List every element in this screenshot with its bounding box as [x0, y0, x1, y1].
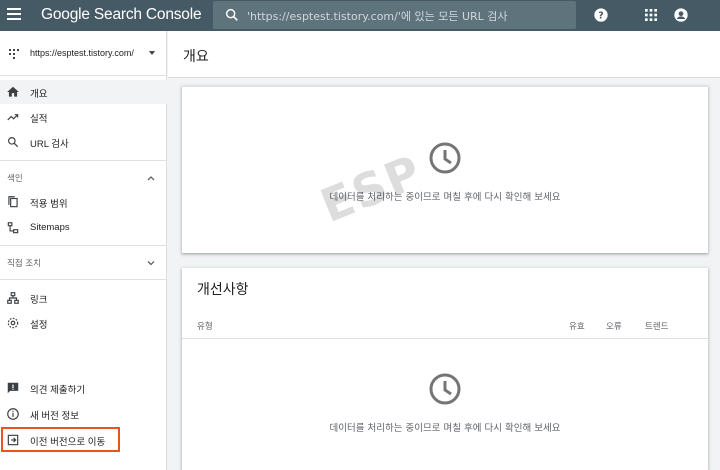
- page-title: 개요: [183, 49, 209, 65]
- divider: [0, 75, 167, 76]
- column-header-type[interactable]: 유형: [197, 320, 213, 332]
- menu-icon[interactable]: [7, 8, 21, 22]
- empty-state-message: 데이터를 처리하는 중이므로 며칠 후에 다시 확인해 보세요: [329, 423, 561, 434]
- chevron-down-icon: [149, 51, 155, 55]
- performance-card: 데이터를 처리하는 중이므로 며칠 후에 다시 확인해 보세요: [182, 86, 708, 253]
- sidebar-item-url-inspection[interactable]: URL 검사: [0, 130, 167, 154]
- sidebar-item-whats-new[interactable]: 새 버전 정보: [0, 402, 167, 426]
- divider: [0, 279, 167, 280]
- sidebar-item-label: 의견 제출하기: [30, 385, 86, 396]
- section-label: 색인: [7, 174, 23, 184]
- sidebar-item-feedback[interactable]: 의견 제출하기: [0, 376, 167, 400]
- copy-icon: [8, 196, 18, 208]
- column-header-trend[interactable]: 트렌드: [645, 320, 668, 332]
- sidebar-item-coverage[interactable]: 적용 범위: [0, 190, 167, 214]
- divider: [182, 338, 708, 339]
- exit-icon: [7, 434, 19, 446]
- property-selector[interactable]: https://esptest.tistory.com/: [0, 42, 167, 66]
- sidebar-item-label: URL 검사: [30, 139, 69, 150]
- enhancements-card: 개선사항 유형 유효 오류 트렌드 데이터를 처리하는 중이므로 며칠 후에 다…: [182, 268, 708, 470]
- sidebar-item-overview[interactable]: 개요: [0, 80, 167, 104]
- property-url: https://esptest.tistory.com/: [30, 48, 134, 58]
- account-icon[interactable]: [673, 7, 689, 23]
- empty-state-message: 데이터를 처리하는 중이므로 며칠 후에 다시 확인해 보세요: [329, 192, 561, 203]
- sidebar: https://esptest.tistory.com/ 개요 실적 URL 검…: [0, 31, 167, 470]
- web-property-icon: [9, 49, 19, 59]
- sitemap-icon: [7, 222, 19, 234]
- sidebar-item-label: 실적: [30, 114, 48, 125]
- section-header-manual-actions[interactable]: 직접 조치: [0, 254, 167, 272]
- sidebar-item-performance[interactable]: 실적: [0, 105, 167, 129]
- sidebar-item-label: 적용 범위: [30, 199, 68, 210]
- sidebar-item-label: Sitemaps: [30, 222, 70, 233]
- section-label: 직접 조치: [7, 259, 41, 269]
- search-icon: [225, 8, 238, 21]
- card-title: 개선사항: [197, 282, 249, 298]
- sidebar-item-label: 새 버전 정보: [30, 411, 79, 422]
- clock-icon: [429, 373, 461, 405]
- top-app-bar: Google Search Console 'https://esptest.t…: [0, 0, 720, 31]
- sidebar-item-sitemaps[interactable]: Sitemaps: [0, 216, 167, 240]
- clock-icon: [429, 142, 461, 174]
- trending-up-icon: [7, 114, 19, 121]
- svg-text:?: ?: [598, 10, 603, 21]
- app-logo[interactable]: Google Search Console: [41, 6, 202, 24]
- section-header-index[interactable]: 색인: [0, 169, 167, 187]
- sidebar-item-go-to-old-version[interactable]: 이전 버전으로 이동: [0, 428, 167, 452]
- gear-icon: [7, 317, 19, 329]
- main-header: 개요: [168, 31, 720, 78]
- chevron-up-icon: [147, 176, 155, 181]
- links-icon: [7, 292, 19, 304]
- url-inspect-search-bar[interactable]: 'https://esptest.tistory.com/'에 있는 모든 UR…: [213, 1, 576, 29]
- help-icon[interactable]: ?: [593, 7, 609, 23]
- sidebar-item-label: 개요: [30, 89, 48, 100]
- divider: [0, 245, 167, 246]
- sidebar-item-label: 이전 버전으로 이동: [30, 437, 106, 448]
- sidebar-item-label: 설정: [30, 320, 48, 331]
- feedback-icon: [7, 382, 19, 394]
- apps-icon[interactable]: [643, 7, 659, 23]
- divider: [0, 160, 167, 161]
- column-header-errors[interactable]: 오류: [606, 320, 622, 332]
- chevron-down-icon: [147, 261, 155, 266]
- sidebar-item-links[interactable]: 링크: [0, 286, 167, 310]
- sidebar-item-settings[interactable]: 설정: [0, 311, 167, 335]
- search-placeholder: 'https://esptest.tistory.com/'에 있는 모든 UR…: [247, 10, 508, 23]
- home-icon: [7, 86, 19, 97]
- sidebar-item-label: 링크: [30, 295, 48, 306]
- info-icon: [7, 408, 19, 420]
- column-header-valid[interactable]: 유효: [569, 320, 585, 332]
- search-icon: [8, 137, 19, 148]
